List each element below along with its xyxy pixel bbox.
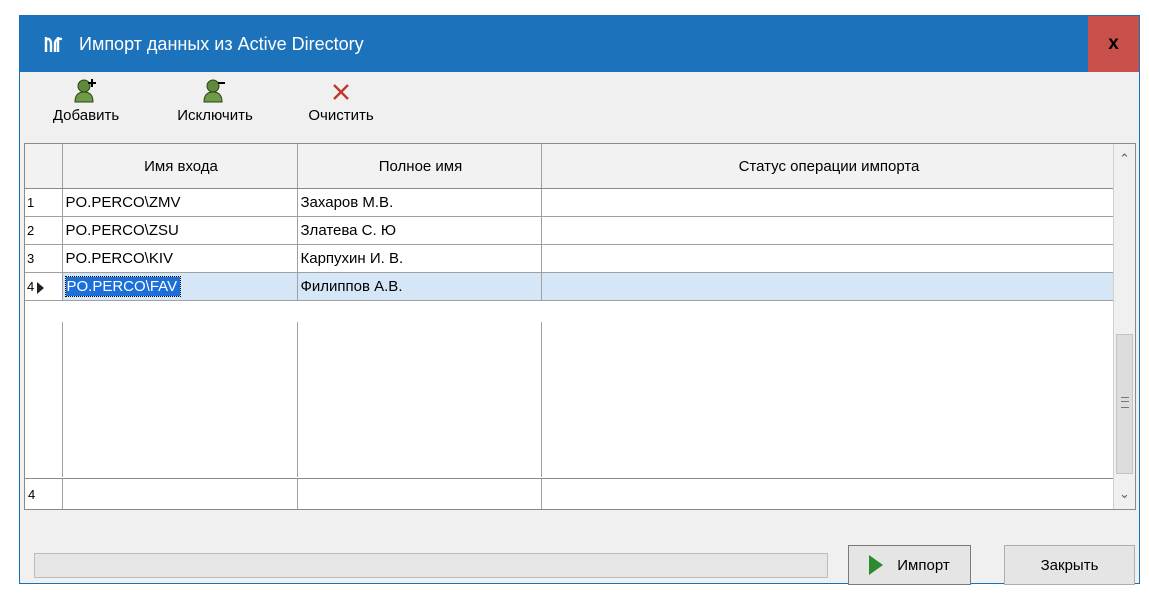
grid-header: Имя входа Полное имя Статус операции имп… <box>25 144 1115 189</box>
full-name-cell[interactable]: Златева С. Ю <box>297 216 542 245</box>
import-button-label: Импорт <box>897 556 950 574</box>
scroll-down-icon[interactable]: ⌄ <box>1114 479 1135 509</box>
title-bar[interactable]: Импорт данных из Active Directory x <box>20 16 1139 72</box>
table-row-selected[interactable]: 4 PO.PERCO\FAV Филиппов А.В. <box>25 272 1115 301</box>
add-button[interactable]: Добавить <box>36 77 136 139</box>
status-cell[interactable] <box>541 244 1115 273</box>
users-grid[interactable]: Имя входа Полное имя Статус операции имп… <box>24 143 1136 510</box>
column-header-status[interactable]: Статус операции импорта <box>541 144 1115 189</box>
row-number-header <box>25 144 63 189</box>
table-row[interactable]: 2 PO.PERCO\ZSU Златева С. Ю <box>25 216 1115 245</box>
login-cell[interactable]: PO.PERCO\ZMV <box>62 188 298 217</box>
table-row[interactable]: 1 PO.PERCO\ZMV Захаров М.В. <box>25 188 1115 217</box>
add-label: Добавить <box>52 107 120 124</box>
row-number-with-pointer: 4 <box>25 272 63 301</box>
remove-user-icon <box>203 79 225 103</box>
login-cell-selected[interactable]: PO.PERCO\FAV <box>62 272 298 301</box>
scroll-thumb[interactable] <box>1116 334 1133 474</box>
exclude-label: Исключить <box>177 107 253 124</box>
toolbar: Добавить Исключить Очистить <box>20 72 1139 142</box>
full-name-cell[interactable]: Захаров М.В. <box>297 188 542 217</box>
exclude-button[interactable]: Исключить <box>155 77 275 139</box>
clear-x-icon <box>333 84 349 100</box>
current-row-pointer-icon <box>37 281 45 294</box>
grid-empty-area <box>25 322 1114 477</box>
login-cell[interactable]: PO.PERCO\KIV <box>62 244 298 273</box>
column-header-login[interactable]: Имя входа <box>62 144 298 189</box>
column-header-full-name[interactable]: Полное имя <box>297 144 542 189</box>
clear-label: Очистить <box>308 107 374 124</box>
login-cell[interactable]: PO.PERCO\ZSU <box>62 216 298 245</box>
footer-count: 4 <box>25 479 63 509</box>
row-number: 1 <box>25 188 63 217</box>
close-window-button[interactable]: x <box>1088 16 1139 72</box>
status-cell[interactable] <box>541 188 1115 217</box>
close-button[interactable]: Закрыть <box>1004 545 1135 585</box>
status-cell[interactable] <box>541 216 1115 245</box>
vertical-scrollbar[interactable]: ⌃ ⌄ <box>1113 144 1135 509</box>
table-row[interactable]: 3 PO.PERCO\KIV Карпухин И. В. <box>25 244 1115 273</box>
row-number: 2 <box>25 216 63 245</box>
footer-cell-full-name <box>298 479 542 509</box>
row-number: 3 <box>25 244 63 273</box>
grip-icon <box>1121 397 1129 408</box>
users-table: Имя входа Полное имя Статус операции имп… <box>25 144 1115 301</box>
add-user-icon <box>74 79 96 103</box>
login-cell-text: PO.PERCO\FAV <box>64 276 182 297</box>
footer-cell-login <box>63 479 298 509</box>
row-number: 4 <box>27 279 35 294</box>
scroll-up-icon[interactable]: ⌃ <box>1114 144 1135 174</box>
window-title: Импорт данных из Active Directory <box>79 34 364 54</box>
play-icon <box>869 555 884 575</box>
import-button[interactable]: Импорт <box>848 545 971 585</box>
full-name-cell[interactable]: Филиппов А.В. <box>297 272 542 301</box>
footer-cell-status <box>542 479 1114 509</box>
clear-button[interactable]: Очистить <box>291 77 391 139</box>
app-logo-icon <box>43 33 65 55</box>
import-progress-bar <box>34 553 828 578</box>
grid-footer-row: 4 <box>25 478 1114 509</box>
full-name-cell[interactable]: Карпухин И. В. <box>297 244 542 273</box>
status-cell[interactable] <box>541 272 1115 301</box>
import-dialog: Импорт данных из Active Directory x Доба… <box>19 15 1140 585</box>
